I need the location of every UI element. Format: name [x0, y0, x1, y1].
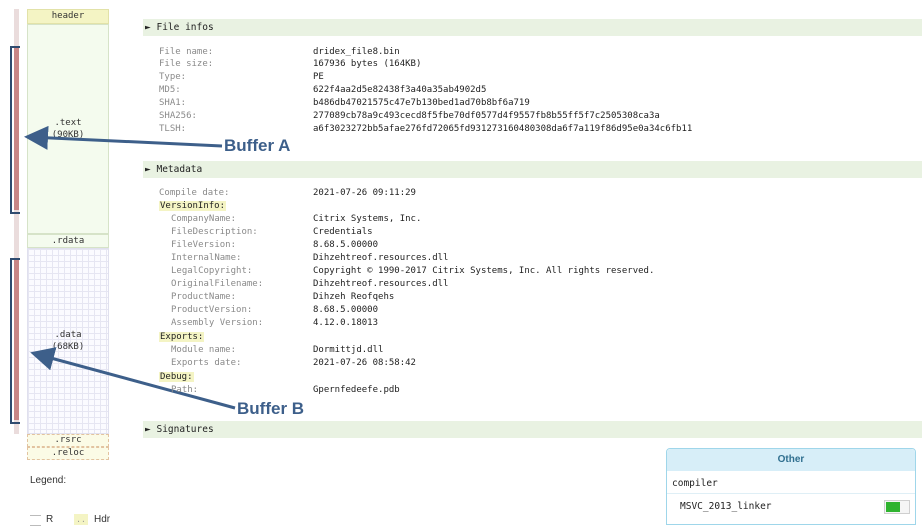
compile-date-value: 2021-07-26 09:11:29: [313, 188, 416, 198]
file-description-key: FileDescription:: [171, 227, 258, 237]
signatures-heading: Signatures: [156, 424, 214, 435]
sha256-key: SHA256:: [159, 111, 197, 121]
original-filename-value: Dihzehtreof.resources.dll: [313, 279, 449, 289]
sha1-value: b486db47021575c47e7b130bed1ad70b8bf6a719: [313, 98, 530, 108]
file-version-key: FileVersion:: [171, 240, 237, 250]
internal-name-key: InternalName:: [171, 253, 242, 263]
section-header-label: header: [51, 11, 85, 21]
map-bar-top: [14, 9, 19, 46]
triangle-right-icon: ►: [145, 22, 151, 33]
legal-copyright-key: LegalCopyright:: [171, 266, 253, 276]
compiler-item-label: MSVC_2013_linker: [680, 501, 772, 512]
assembly-version-key: Assembly Version:: [171, 318, 264, 328]
sha256-value: 277089cb78a9c493cecd8f5fbe70df0577d4f955…: [313, 111, 660, 121]
other-panel-title: Other: [667, 449, 915, 471]
versioninfo-label: VersionInfo:: [159, 201, 227, 211]
file-infos-heading: File infos: [156, 22, 214, 33]
legend-hdr-label: Hdr: [94, 514, 111, 525]
tlsh-key: TLSH:: [159, 124, 187, 134]
file-name-value: dridex_file8.bin: [313, 47, 400, 57]
internal-name-value: Dihzehtreof.resources.dll: [313, 253, 449, 263]
section-data-size: (68KB): [51, 342, 85, 352]
section-reloc-label: .reloc: [51, 448, 85, 458]
tlsh-value: a6f3023272bb5afae276fd72065fd93127316048…: [313, 124, 693, 134]
file-name-key: File name:: [159, 47, 214, 57]
compiler-toggle[interactable]: [884, 500, 910, 514]
debug-path-key: Path:: [171, 385, 199, 395]
exports-label: Exports:: [159, 332, 205, 342]
buffer-a-callout: Buffer A: [224, 136, 291, 155]
module-name-key: Module name:: [171, 345, 237, 355]
other-panel: Other compiler MSVC_2013_linker: [666, 448, 916, 525]
compiler-subheading: compiler: [672, 478, 718, 489]
product-version-value: 8.68.5.00000: [313, 305, 379, 315]
signatures-header[interactable]: ► Signatures: [143, 421, 922, 438]
section-data-label: .data: [54, 330, 82, 340]
debug-label: Debug:: [159, 372, 194, 382]
legend-r-swatch: [30, 515, 41, 526]
file-size-key: File size:: [159, 59, 214, 69]
compile-date-key: Compile date:: [159, 188, 230, 198]
product-version-key: ProductVersion:: [171, 305, 253, 315]
company-name-key: CompanyName:: [171, 214, 237, 224]
legend-r-label: R: [46, 514, 54, 525]
file-size-value: 167936 bytes (164KB): [313, 59, 422, 69]
section-data[interactable]: [27, 248, 109, 434]
file-version-value: 8.68.5.00000: [313, 240, 379, 250]
section-rsrc-label: .rsrc: [54, 435, 82, 445]
section-rdata-label: .rdata: [51, 236, 85, 246]
type-key: Type:: [159, 72, 187, 82]
section-text[interactable]: [27, 24, 109, 234]
panel-divider: [667, 493, 915, 494]
buffer-b-bracket: [10, 258, 20, 424]
triangle-right-icon: ►: [145, 424, 151, 435]
debug-path-value: Gpernfedeefe.pdb: [313, 385, 400, 395]
section-text-size: (90KB): [51, 130, 85, 140]
exports-date-key: Exports date:: [171, 358, 242, 368]
md5-value: 622f4aa2d5e82438f3a40a35ab4902d5: [313, 85, 487, 95]
toggle-knob: [886, 502, 900, 512]
buffer-b-callout: Buffer B: [237, 399, 305, 418]
metadata-heading: Metadata: [156, 164, 203, 175]
map-bar-mid: [14, 210, 19, 258]
module-name-value: Dormittjd.dll: [313, 345, 384, 355]
assembly-version-value: 4.12.0.18013: [313, 318, 379, 328]
buffer-arrows: [24, 125, 236, 410]
section-text-label: .text: [54, 118, 82, 128]
exports-date-value: 2021-07-26 08:58:42: [313, 358, 416, 368]
md5-key: MD5:: [159, 85, 181, 95]
product-name-key: ProductName:: [171, 292, 237, 302]
original-filename-key: OriginalFilename:: [171, 279, 264, 289]
file-description-value: Credentials: [313, 227, 373, 237]
legend-hdr-swatch: ..: [74, 514, 88, 525]
company-name-value: Citrix Systems, Inc.: [313, 214, 422, 224]
buffer-a-bracket: [10, 46, 20, 214]
triangle-right-icon: ►: [145, 164, 151, 175]
type-value: PE: [313, 72, 324, 82]
legend-title: Legend:: [30, 475, 67, 486]
legal-copyright-value: Copyright © 1990-2017 Citrix Systems, In…: [313, 266, 655, 276]
file-infos-header[interactable]: ► File infos: [143, 19, 922, 36]
metadata-header[interactable]: ► Metadata: [143, 161, 922, 178]
sha1-key: SHA1:: [159, 98, 187, 108]
product-name-value: Dihzeh Reofqehs: [313, 292, 395, 302]
